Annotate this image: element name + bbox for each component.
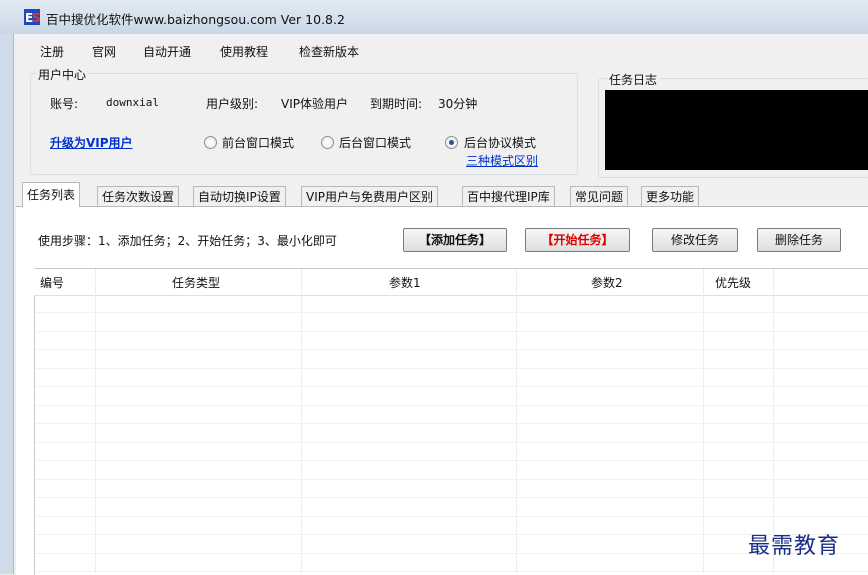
watermark-text: 最需教育	[748, 534, 841, 559]
menu-register[interactable]: 注册	[40, 43, 64, 60]
window-left-frame	[0, 34, 14, 574]
menu-tutorial[interactable]: 使用教程	[220, 43, 268, 60]
mode-foreground-radio[interactable]	[204, 136, 217, 149]
table-row-gridline	[35, 405, 868, 406]
column-header-task-type[interactable]: 任务类型	[172, 274, 220, 291]
column-divider	[703, 269, 704, 574]
menu-official-site[interactable]: 官网	[92, 43, 116, 60]
tab-task-count-settings[interactable]: 任务次数设置	[97, 186, 180, 207]
table-row-gridline	[35, 516, 868, 517]
column-header-priority[interactable]: 优先级	[715, 274, 751, 291]
menu-check-update[interactable]: 检查新版本	[299, 43, 359, 60]
table-row-gridline	[35, 368, 868, 369]
column-header-param1[interactable]: 参数1	[389, 274, 421, 291]
user-center-label: 用户中心	[36, 66, 89, 83]
edit-task-button[interactable]: 修改任务	[652, 228, 738, 252]
tab-task-list[interactable]: 任务列表	[22, 182, 81, 207]
table-row-gridline	[35, 386, 868, 387]
tab-vip-vs-free[interactable]: VIP用户与免费用户区别	[301, 186, 438, 207]
expiry-label: 到期时间:	[370, 97, 423, 111]
task-log-label: 任务日志	[607, 71, 660, 88]
table-row-gridline	[35, 497, 868, 498]
table-row-gridline	[35, 571, 868, 572]
menu-auto-activate[interactable]: 自动开通	[143, 43, 191, 60]
table-row-gridline	[35, 349, 868, 350]
user-level-value: VIP体验用户	[281, 97, 348, 111]
usage-steps-text: 使用步骤：1、添加任务；2、开始任务；3、最小化即可	[38, 234, 337, 248]
table-row-gridline	[35, 442, 868, 443]
task-log-output[interactable]	[605, 90, 868, 170]
window-title: 百中搜优化软件www.baizhongsou.com Ver 10.8.2	[46, 12, 345, 27]
expiry-value: 30分钟	[438, 97, 478, 111]
mode-foreground-label[interactable]: 前台窗口模式	[222, 134, 294, 151]
mode-background-window-label[interactable]: 后台窗口模式	[339, 134, 411, 151]
upgrade-vip-link[interactable]: 升级为VIP用户	[50, 134, 133, 151]
tab-auto-ip-settings[interactable]: 自动切换IP设置	[193, 186, 286, 207]
account-value: downxial	[106, 96, 159, 109]
add-task-button[interactable]: 【添加任务】	[403, 228, 507, 252]
column-header-id[interactable]: 编号	[40, 274, 64, 291]
start-task-button[interactable]: 【开始任务】	[525, 228, 630, 252]
column-divider	[95, 269, 96, 574]
task-table[interactable]	[34, 268, 868, 575]
column-divider	[516, 269, 517, 574]
table-row-gridline	[35, 553, 868, 554]
table-row-gridline	[35, 312, 868, 313]
delete-task-button[interactable]: 删除任务	[757, 228, 841, 252]
tab-proxy-ip-pool[interactable]: 百中搜代理IP库	[462, 186, 555, 207]
table-row-gridline	[35, 331, 868, 332]
mode-background-protocol-radio[interactable]	[445, 136, 458, 149]
table-row-gridline	[35, 460, 868, 461]
svg-text:S: S	[32, 11, 40, 25]
mode-difference-link[interactable]: 三种模式区别	[466, 152, 538, 169]
table-row-gridline	[35, 534, 868, 535]
column-header-param2[interactable]: 参数2	[591, 274, 623, 291]
mode-background-protocol-label[interactable]: 后台协议模式	[464, 134, 536, 151]
tab-more-features[interactable]: 更多功能	[641, 186, 700, 207]
mode-background-window-radio[interactable]	[321, 136, 334, 149]
app-logo-icon: E S	[24, 9, 40, 25]
column-divider	[301, 269, 302, 574]
table-row-gridline	[35, 479, 868, 480]
user-level-label: 用户级别:	[206, 97, 259, 111]
table-row-gridline	[35, 423, 868, 424]
tab-faq[interactable]: 常见问题	[570, 186, 629, 207]
account-label: 账号:	[50, 97, 79, 111]
